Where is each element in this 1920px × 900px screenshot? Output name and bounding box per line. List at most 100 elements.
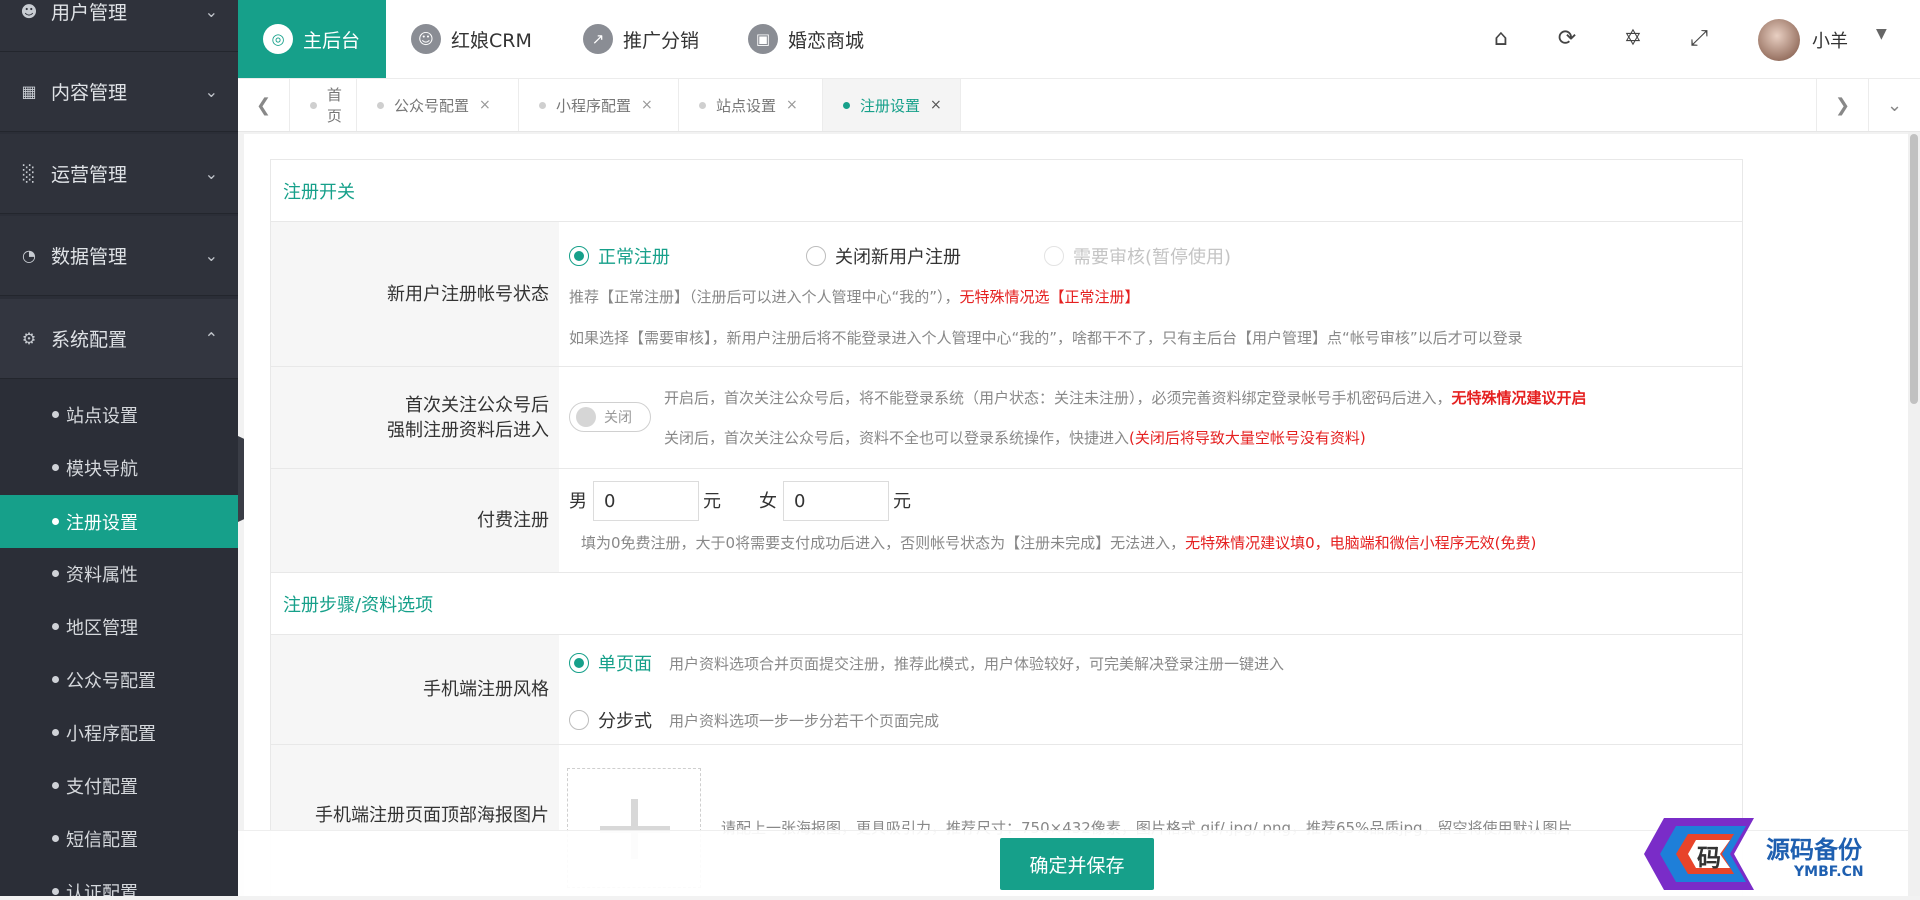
row-mobile-style: 手机端注册风格 单页面 用户资料选项合并页面提交注册，推荐此模式，用户体验较好，…: [271, 635, 1742, 745]
scrollbar-thumb[interactable]: [1910, 134, 1918, 404]
watermark-logo-text: 码: [1697, 844, 1721, 872]
username[interactable]: 小羊: [1812, 27, 1848, 53]
bullet-icon: [52, 570, 59, 577]
field-label: 付费注册: [271, 469, 559, 572]
tab-label: 注册设置: [860, 96, 921, 115]
sidebar-group-label: 系统配置: [51, 329, 128, 351]
tab-miniapp-config[interactable]: 小程序配置 ×: [519, 79, 679, 131]
field-label: 首次关注公众号后 强制注册资料后进入: [271, 367, 559, 468]
sidebar-group-user[interactable]: ☻ 用户管理 ⌄: [0, 0, 238, 52]
module-shop[interactable]: ▣ 婚恋商城: [748, 0, 864, 78]
female-fee-input[interactable]: 0: [783, 481, 889, 521]
chevron-down-icon: ⌄: [1886, 94, 1903, 116]
tab-scroll-left[interactable]: ❮: [238, 79, 290, 131]
bar-chart-icon: ░: [22, 163, 36, 183]
female-label: 女: [759, 491, 777, 512]
tab-dot-icon: [539, 101, 546, 109]
unit-label: 元: [893, 491, 911, 512]
tab-register-settings[interactable]: 注册设置 ×: [823, 79, 961, 131]
pie-chart-icon: ◔: [22, 245, 36, 265]
clear-cache-icon[interactable]: ✡: [1619, 25, 1647, 53]
caret-down-icon[interactable]: ▼: [1876, 26, 1887, 42]
sidebar-group-label: 数据管理: [51, 246, 128, 268]
radio-label: 关闭新用户注册: [835, 247, 961, 268]
tab-home[interactable]: 首页: [290, 79, 357, 131]
sidebar: ☻ 用户管理 ⌄ ▦ 内容管理 ⌄ ░ 运营管理 ⌄ ◔ 数据管理 ⌄ ⚙ 系统…: [0, 0, 238, 896]
sidebar-item-miniapp[interactable]: 小程序配置: [0, 706, 238, 759]
radio-single-page[interactable]: 单页面: [569, 650, 652, 676]
radio-unchecked-icon: [569, 710, 589, 730]
sidebar-group-system[interactable]: ⚙ 系统配置 ⌃: [0, 299, 238, 379]
module-dashboard[interactable]: ◎ 主后台: [238, 0, 386, 78]
main-content: 注册开关 新用户注册帐号状态 正常注册 关闭新用户注册 需要审核(暂停使用) 推…: [244, 134, 1908, 896]
home-icon[interactable]: ⌂: [1487, 25, 1515, 53]
tab-label: 小程序配置: [556, 96, 632, 115]
refresh-icon[interactable]: ⟳: [1553, 25, 1581, 53]
hint-text: 填为0免费注册，大于0将需要支付成功后进入，否则帐号状态为【注册未完成】无法进入…: [581, 532, 1536, 553]
hint-warning: 无特殊情况选【正常注册】: [959, 288, 1140, 306]
radio-checked-icon: [569, 653, 589, 673]
close-icon[interactable]: ×: [479, 97, 491, 113]
tab-scroll-right[interactable]: ❯: [1816, 79, 1868, 131]
sidebar-item-region[interactable]: 地区管理: [0, 600, 238, 653]
sidebar-item-label: 支付配置: [66, 776, 138, 798]
sidebar-group-data[interactable]: ◔ 数据管理 ⌄: [0, 216, 238, 296]
close-icon[interactable]: ×: [641, 97, 653, 113]
radio-disabled-icon: [1044, 246, 1064, 266]
chevron-down-icon: ⌄: [204, 246, 218, 265]
hint-part: 推荐【正常注册】（注册后可以进入个人管理中心“我的”），: [569, 288, 960, 306]
sidebar-group-content[interactable]: ▦ 内容管理 ⌄: [0, 52, 238, 132]
close-icon[interactable]: ×: [930, 97, 942, 113]
tab-mp-config[interactable]: 公众号配置 ×: [357, 79, 519, 131]
chevron-down-icon: ⌄: [204, 82, 218, 101]
follow-toggle-switch[interactable]: 关闭: [569, 402, 651, 432]
close-icon[interactable]: ×: [786, 97, 798, 113]
top-bar: ◎ 主后台 ☺ 红娘CRM ↗ 推广分销 ▣ 婚恋商城 ⌂ ⟳ ✡ ⤢ 小羊 ▼: [238, 0, 1920, 78]
sidebar-item-site[interactable]: 站点设置: [0, 388, 238, 441]
sidebar-item-auth[interactable]: 认证配置: [0, 865, 238, 896]
module-crm[interactable]: ☺ 红娘CRM: [411, 0, 532, 78]
chevron-up-icon: ⌃: [204, 329, 218, 348]
hint-warning: 无特殊情况建议填0，电脑端和微信小程序无效(免费): [1185, 534, 1537, 552]
chevron-down-icon: ⌄: [204, 164, 218, 183]
sidebar-item-nav[interactable]: 模块导航: [0, 441, 238, 494]
radio-label: 单页面: [598, 654, 652, 675]
hint-part: 关闭后，首次关注公众号后，资料不全也可以登录系统操作，快捷进入: [664, 429, 1130, 447]
hint-text: 如果选择【需要审核】，新用户注册后将不能登录进入个人管理中心“我的”，啥都干不了…: [569, 329, 1523, 347]
avatar[interactable]: [1758, 19, 1800, 61]
save-button[interactable]: 确定并保存: [1000, 838, 1154, 890]
radio-label: 分步式: [598, 711, 652, 732]
sidebar-item-label: 注册设置: [66, 512, 138, 534]
content-icon: ▦: [21, 81, 37, 101]
radio-step-by-step[interactable]: 分步式: [569, 707, 652, 733]
unit-label: 元: [703, 491, 721, 512]
sidebar-item-label: 短信配置: [66, 829, 138, 851]
hint-warning: (关闭后将导致大量空帐号没有资料): [1129, 429, 1366, 447]
radio-label: 需要审核(暂停使用): [1073, 247, 1232, 268]
field-label: 手机端注册风格: [271, 635, 559, 744]
male-label: 男: [569, 491, 587, 512]
sidebar-item-mp[interactable]: 公众号配置: [0, 653, 238, 706]
tab-dot-icon: [843, 101, 850, 109]
sidebar-item-sms[interactable]: 短信配置: [0, 812, 238, 865]
radio-normal-register[interactable]: 正常注册: [569, 243, 670, 269]
tab-site-settings[interactable]: 站点设置 ×: [679, 79, 823, 131]
share-icon: ↗: [583, 24, 613, 54]
watermark-domain: YMBF.CN: [1794, 864, 1864, 880]
radio-close-register[interactable]: 关闭新用户注册: [806, 243, 961, 269]
module-distribution[interactable]: ↗ 推广分销: [583, 0, 699, 78]
toggle-knob: [576, 407, 596, 427]
fullscreen-icon[interactable]: ⤢: [1685, 25, 1713, 53]
field-label: 新用户注册帐号状态: [271, 222, 559, 366]
module-label: 推广分销: [623, 29, 700, 52]
tab-menu[interactable]: ⌄: [1868, 79, 1920, 131]
male-fee-input[interactable]: 0: [593, 481, 699, 521]
sidebar-item-register[interactable]: 注册设置: [0, 495, 238, 548]
bullet-icon: [52, 888, 59, 895]
sidebar-item-label: 认证配置: [66, 882, 138, 897]
module-label: 主后台: [303, 29, 361, 52]
sidebar-group-operation[interactable]: ░ 运营管理 ⌄: [0, 134, 238, 214]
sidebar-item-profile-attr[interactable]: 资料属性: [0, 547, 238, 600]
row-paid-register: 付费注册 男 0 元 女 0 元 填为0免费注册，大于0将需要支付成功后进入，否…: [271, 469, 1742, 573]
sidebar-item-payment[interactable]: 支付配置: [0, 759, 238, 812]
